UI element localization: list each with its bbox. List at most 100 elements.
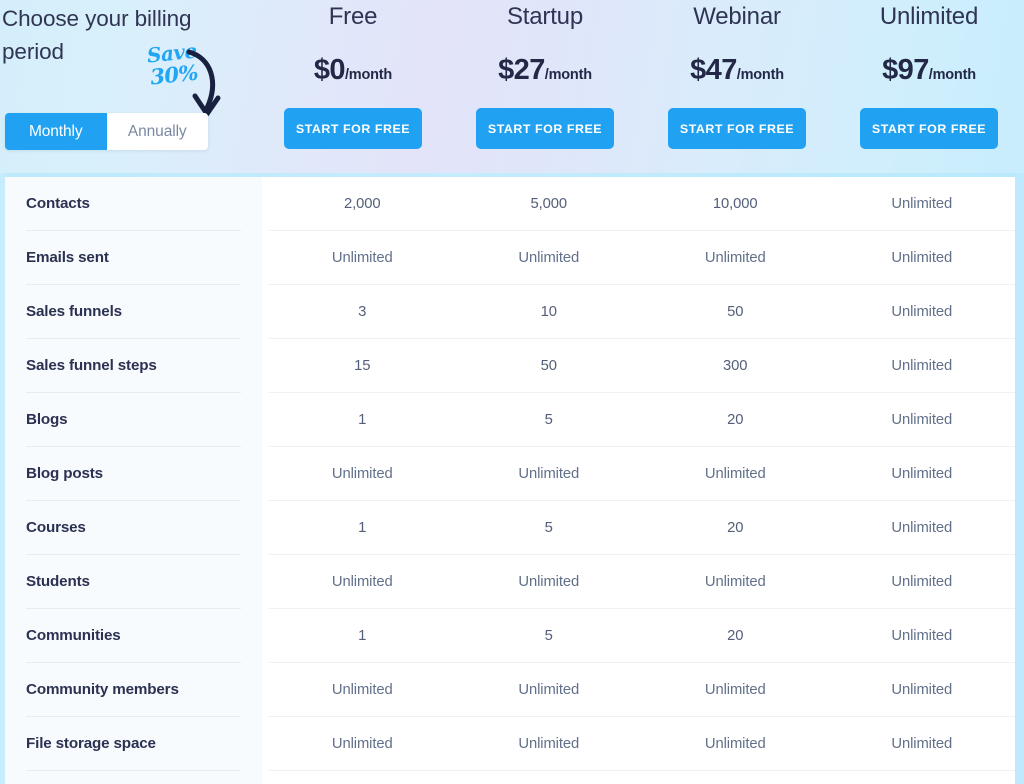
- table-cell: Unlimited: [331, 681, 393, 698]
- feature-label-row: Community members: [26, 663, 241, 717]
- table-cell: Unlimited: [518, 735, 580, 752]
- table-row: 1 5 20 Unlimited: [269, 501, 1015, 555]
- table-cell: Unlimited: [891, 411, 953, 428]
- plan-name: Startup: [507, 3, 583, 30]
- table-cell: 1: [358, 519, 367, 536]
- start-for-free-button[interactable]: START FOR FREE: [668, 108, 806, 149]
- plan-price: $47/month: [641, 52, 833, 93]
- plan-price: $0/month: [257, 52, 449, 93]
- table-cell: Unlimited: [704, 249, 766, 266]
- feature-label-row: Emails sent: [26, 231, 241, 285]
- table-row: Unlimited Unlimited Unlimited Unlimited: [269, 231, 1015, 285]
- feature-label-row: File storage space: [26, 717, 241, 771]
- start-for-free-button[interactable]: START FOR FREE: [476, 108, 614, 149]
- feature-comparison-table: Contacts Emails sent Sales funnels Sales fu…: [0, 173, 1024, 784]
- feature-label-row: Sales funnels: [26, 285, 241, 339]
- feature-label-row: Communities: [26, 609, 241, 663]
- table-cell: Unlimited: [704, 465, 766, 482]
- table-cell: 10: [540, 303, 557, 320]
- plan-price-period: /month: [928, 67, 976, 83]
- billing-period-toggle[interactable]: Monthly Annually: [5, 113, 208, 150]
- plan-price-period: /month: [736, 67, 784, 83]
- feature-label: Blog posts: [26, 465, 103, 482]
- plan-price-amount: $27: [498, 54, 545, 86]
- feature-label: Courses: [26, 519, 86, 536]
- table-cell: 20: [727, 627, 744, 644]
- feature-label-row: Contacts: [26, 177, 241, 231]
- feature-label: Community members: [26, 681, 179, 698]
- plan-price-period: /month: [544, 67, 592, 83]
- table-cell: Unlimited: [891, 627, 953, 644]
- table-cell: Unlimited: [518, 681, 580, 698]
- plan-name: Free: [328, 3, 378, 30]
- table-cell: 15: [354, 357, 371, 374]
- plan-column-startup: Startup $27/month START FOR FREE: [449, 0, 641, 173]
- plan-price: $27/month: [449, 52, 641, 93]
- table-cell: 5: [544, 627, 553, 644]
- table-cell: Unlimited: [891, 465, 953, 482]
- table-right-accent: [1015, 173, 1024, 784]
- table-cell: Unlimited: [331, 249, 393, 266]
- table-row: Unlimited Unlimited Unlimited Unlimited: [269, 717, 1015, 771]
- plan-price-period: /month: [344, 67, 393, 83]
- pricing-page: Choose your billing period Save 30% Mont…: [0, 0, 1024, 784]
- table-cell: Unlimited: [704, 681, 766, 698]
- feature-label: File storage space: [26, 735, 156, 752]
- table-cell: Unlimited: [891, 573, 953, 590]
- feature-value-columns: 2,000 5,000 10,000 Unlimited Unlimited Unlimi…: [269, 177, 1015, 784]
- table-cell: 50: [540, 357, 557, 374]
- billing-period-intro: Choose your billing period Save 30% Mont…: [0, 0, 268, 173]
- table-cell: Unlimited: [891, 249, 953, 266]
- plan-price-amount: $0: [313, 54, 346, 86]
- table-cell: Unlimited: [891, 195, 953, 212]
- table-cell: Unlimited: [891, 357, 953, 374]
- toggle-option-annually[interactable]: Annually: [106, 113, 208, 150]
- table-cell: Unlimited: [331, 735, 393, 752]
- table-cell: Unlimited: [891, 681, 953, 698]
- start-for-free-button[interactable]: START FOR FREE: [860, 108, 998, 149]
- table-cell: 5: [544, 519, 553, 536]
- table-row: Unlimited Unlimited Unlimited Unlimited: [269, 663, 1015, 717]
- table-row: 1 5 20 Unlimited: [269, 609, 1015, 663]
- feature-label-row: Sales funnel steps: [26, 339, 241, 393]
- table-row: 3 10 50 Unlimited: [269, 285, 1015, 339]
- feature-label: Emails sent: [26, 249, 109, 266]
- table-cell: 300: [723, 357, 748, 374]
- feature-label-row: Blogs: [26, 393, 241, 447]
- table-cell: Unlimited: [331, 573, 393, 590]
- feature-label: Contacts: [26, 195, 90, 212]
- feature-label-column: Contacts Emails sent Sales funnels Sales fu…: [5, 177, 262, 784]
- table-row: 15 50 300 Unlimited: [269, 339, 1015, 393]
- table-row: 2,000 5,000 10,000 Unlimited: [269, 177, 1015, 231]
- table-cell: 2,000: [343, 195, 381, 212]
- table-cell: 20: [727, 519, 744, 536]
- table-row: Unlimited Unlimited Unlimited Unlimited: [269, 447, 1015, 501]
- table-cell: Unlimited: [891, 735, 953, 752]
- feature-label: Blogs: [26, 411, 68, 428]
- plan-name: Unlimited: [879, 3, 979, 30]
- start-for-free-button[interactable]: START FOR FREE: [284, 108, 422, 149]
- table-cell: Unlimited: [518, 573, 580, 590]
- table-row: Unlimited Unlimited Unlimited Unlimited: [269, 555, 1015, 609]
- toggle-option-monthly[interactable]: Monthly: [5, 113, 107, 150]
- table-cell: Unlimited: [518, 249, 580, 266]
- table-row: 1 5 20 Unlimited: [269, 393, 1015, 447]
- table-cell: 3: [358, 303, 367, 320]
- table-cell: Unlimited: [518, 465, 580, 482]
- table-cell: 1: [358, 627, 367, 644]
- feature-label-row: Courses: [26, 501, 241, 555]
- pricing-header-band: Choose your billing period Save 30% Mont…: [0, 0, 1024, 173]
- plan-price-amount: $47: [690, 54, 737, 86]
- feature-label: Students: [26, 573, 90, 590]
- feature-label: Sales funnels: [26, 303, 122, 320]
- table-cell: 20: [727, 411, 744, 428]
- plan-price: $97/month: [833, 52, 1024, 93]
- plan-column-free: Free $0/month START FOR FREE: [257, 0, 449, 173]
- table-cell: Unlimited: [704, 735, 766, 752]
- table-cell: 10,000: [712, 195, 758, 212]
- feature-label-row: Students: [26, 555, 241, 609]
- plan-column-webinar: Webinar $47/month START FOR FREE: [641, 0, 833, 173]
- table-cell: Unlimited: [891, 303, 953, 320]
- table-cell: Unlimited: [891, 519, 953, 536]
- table-cell: 5: [544, 411, 553, 428]
